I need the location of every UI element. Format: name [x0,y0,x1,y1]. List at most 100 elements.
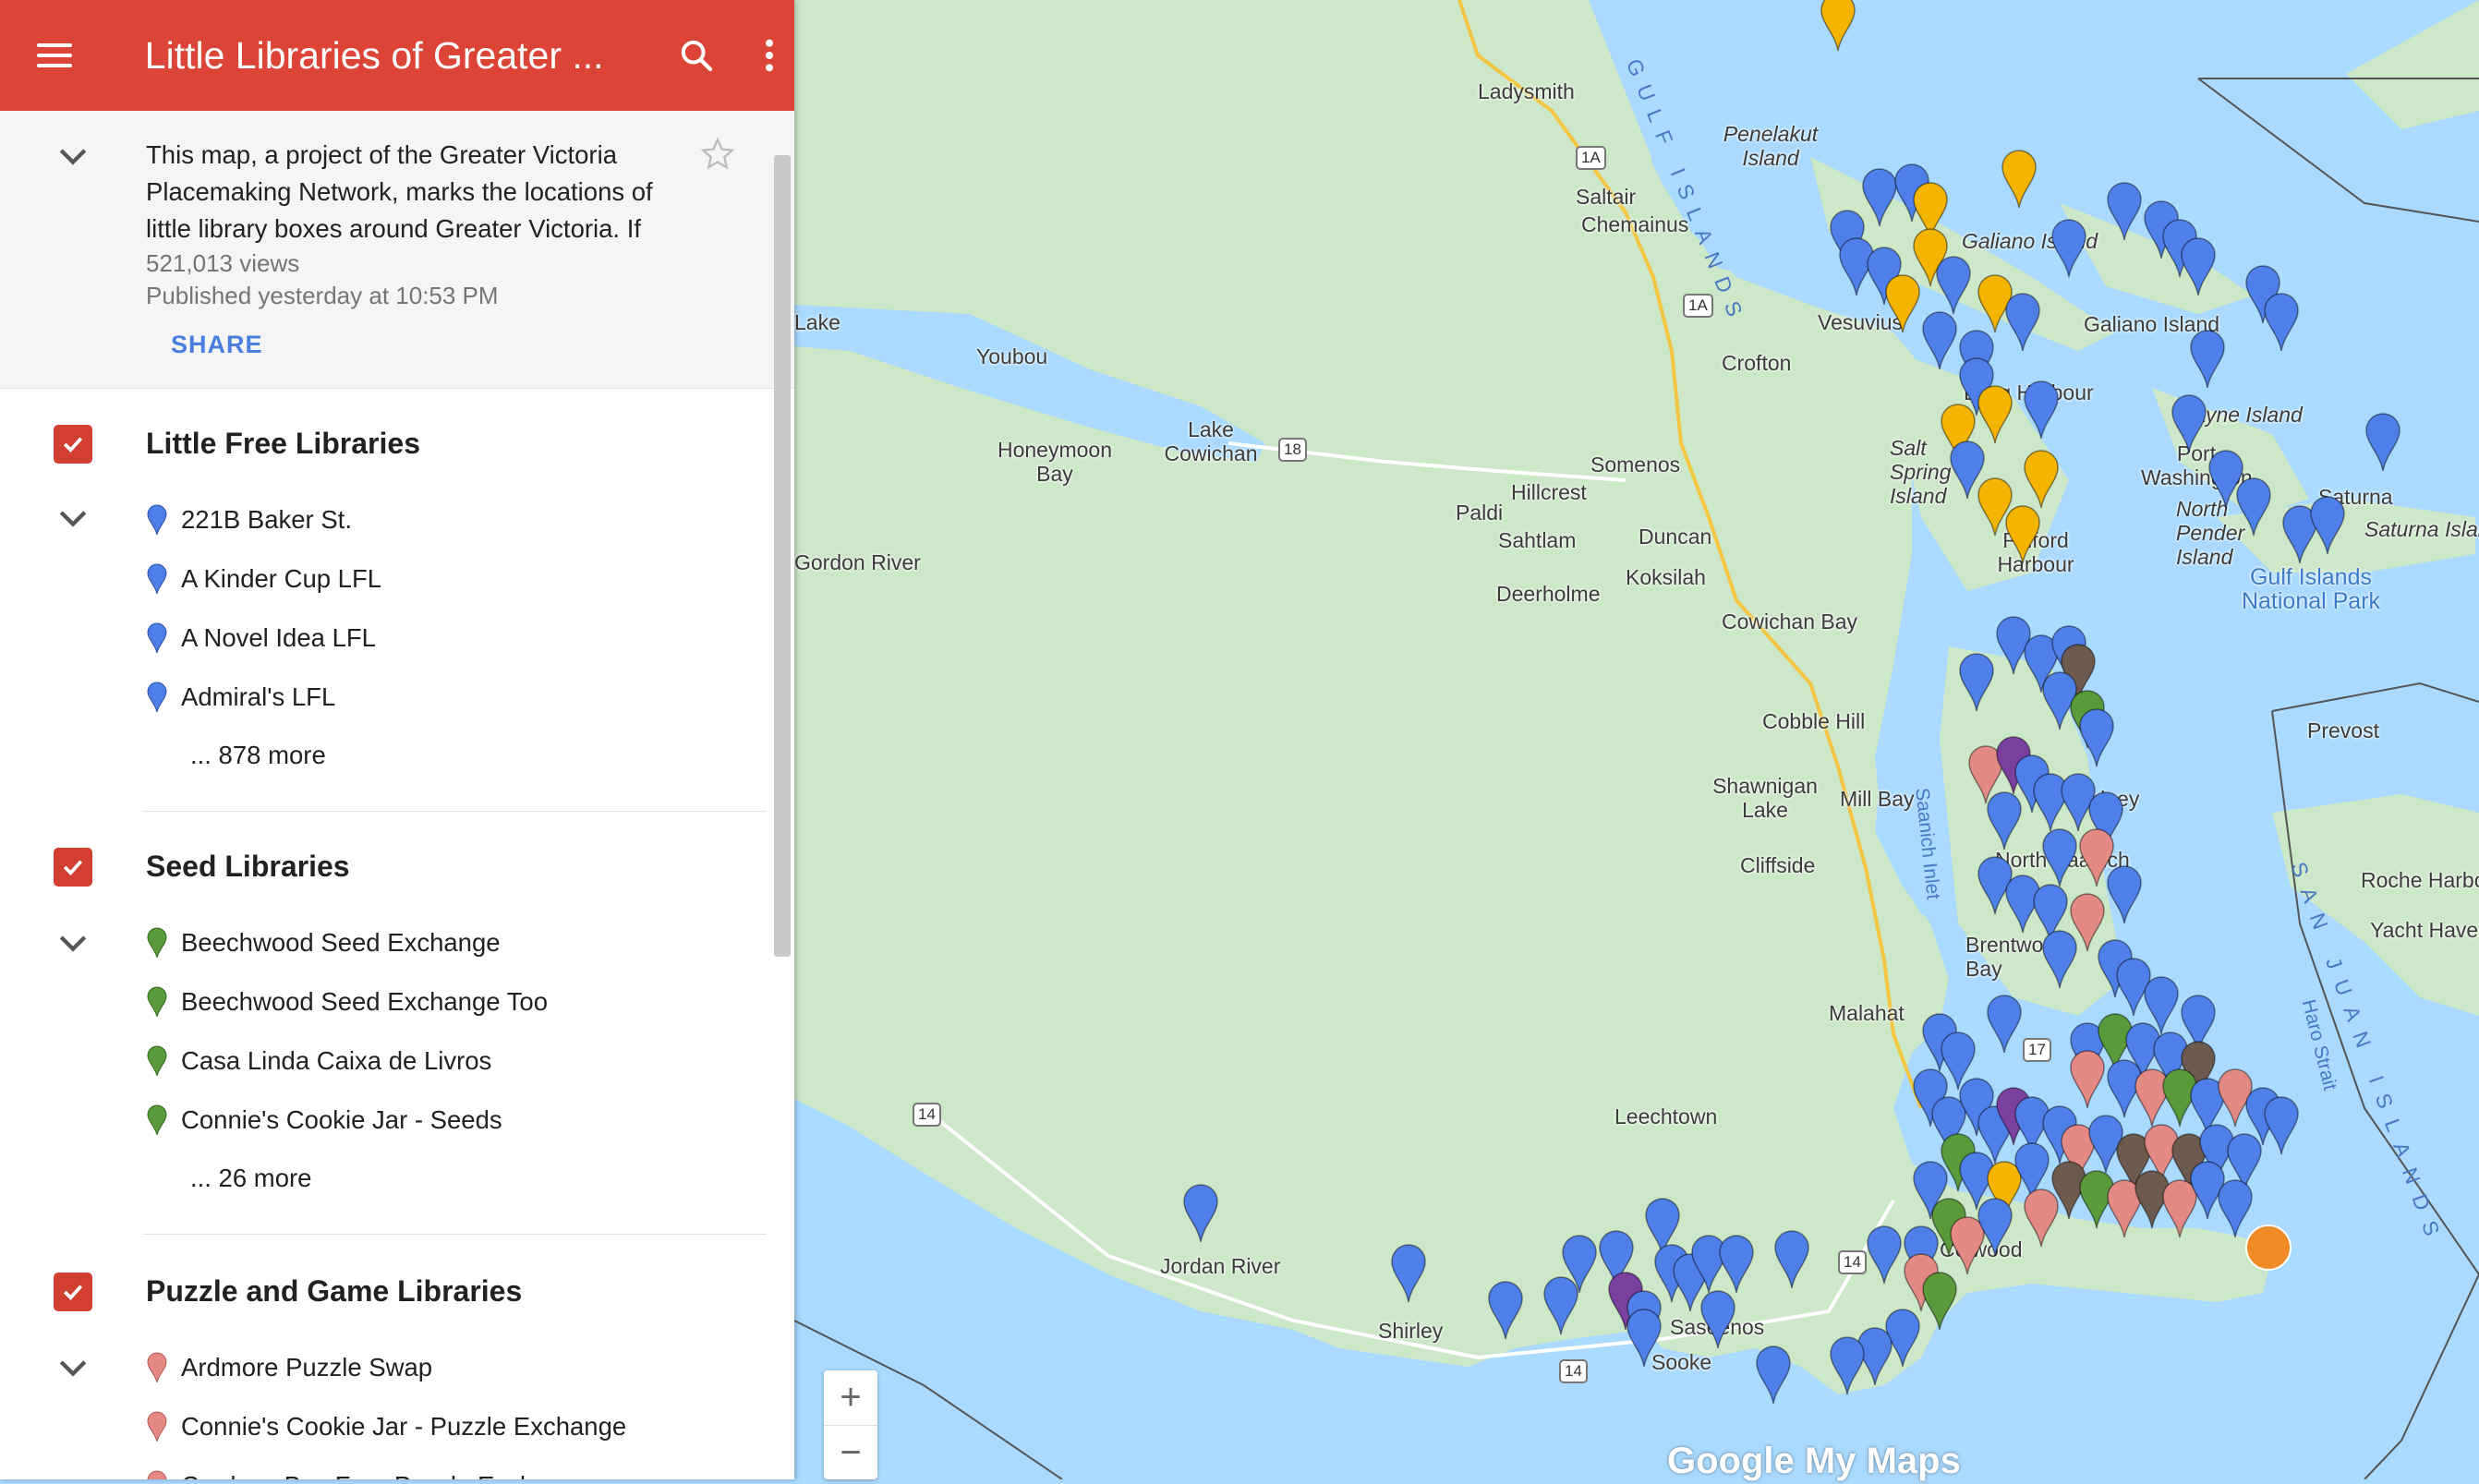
divider [143,811,767,812]
map-marker[interactable] [2070,1050,2105,1109]
map-marker[interactable] [1867,1225,1902,1285]
map-marker[interactable] [2024,1188,2059,1248]
map-marker[interactable] [2162,1179,2197,1238]
map-marker[interactable] [1922,311,1957,370]
share-link[interactable]: SHARE [171,331,263,359]
marker-pin-icon [147,1104,167,1136]
layer-checkbox-seed-libraries[interactable] [54,848,92,887]
list-item-label: Beechwood Seed Exchange Too [181,987,549,1016]
map-marker[interactable] [1830,1336,1865,1395]
map-title: Little Libraries of Greater ... [144,33,604,77]
map-marker[interactable] [1987,995,2022,1054]
map-marker[interactable] [2051,219,2086,278]
map-marker[interactable] [2001,150,2037,209]
map-marker[interactable] [2236,477,2271,537]
published-date: Published yesterday at 10:53 PM [146,282,499,309]
map-marker[interactable] [2005,293,2040,352]
map-marker[interactable] [1922,1272,1957,1331]
zoom-in-button[interactable]: + [824,1370,877,1425]
search-icon[interactable] [671,30,722,81]
layer-checkbox-little-free-libraries[interactable] [54,425,92,464]
list-item-label: Connie's Cookie Jar - Seeds [181,1105,502,1134]
marker-pin-icon [147,1470,167,1479]
layer-name: Puzzle and Game Libraries [146,1274,523,1308]
list-item[interactable]: Beechwood Seed Exchange Too [146,986,548,1018]
menu-icon[interactable] [37,43,86,67]
panel-scrollbar[interactable] [774,155,791,957]
more-items-link[interactable]: ... 878 more [190,741,326,770]
map-marker[interactable] [2024,450,2059,509]
map-marker[interactable] [1977,1198,2013,1257]
list-item[interactable]: Ardmore Puzzle Swap [146,1352,432,1383]
map-marker[interactable] [2181,237,2216,296]
map-marker[interactable] [2264,293,2299,352]
map-marker[interactable] [1959,653,1994,712]
chevron-down-icon[interactable] [57,933,89,959]
map-marker[interactable] [1183,1184,1218,1243]
map-marker[interactable] [2042,828,2077,887]
map-marker[interactable] [1391,1244,1426,1303]
more-vert-icon[interactable] [744,30,794,81]
list-item[interactable]: Cordova Bay Free Puzzle Exchange [146,1470,590,1479]
map-marker[interactable] [2264,1096,2299,1155]
map-marker[interactable] [2365,413,2400,472]
marker-pin-icon [147,622,167,654]
special-marker-icon[interactable] [2245,1225,2292,1271]
list-item[interactable]: Connie's Cookie Jar - Seeds [146,1104,502,1136]
list-item-label: Ardmore Puzzle Swap [181,1353,433,1381]
more-items-link[interactable]: ... 26 more [190,1164,311,1193]
map-marker[interactable] [2079,708,2114,767]
layer-puzzle-game-libraries: Puzzle and Game Libraries Ardmore Puzzle… [0,1236,774,1479]
map-marker[interactable] [1862,168,1897,227]
chevron-down-icon[interactable] [57,1357,89,1384]
list-item[interactable]: Connie's Cookie Jar - Puzzle Exchange [146,1411,626,1442]
list-item[interactable]: A Kinder Cup LFL [146,563,381,595]
map-marker[interactable] [1936,256,1971,315]
map-marker[interactable] [1719,1235,1754,1294]
list-item[interactable]: Casa Linda Caixa de Livros [146,1045,491,1077]
map-marker[interactable] [2005,505,2040,564]
map-marker[interactable] [1950,1216,1985,1275]
list-item[interactable]: 221B Baker St. [146,504,352,536]
map-marker[interactable] [2033,773,2068,832]
marker-pin-icon [147,927,167,959]
map-description: This map, a project of the Greater Victo… [0,111,794,389]
map-marker[interactable] [1543,1276,1578,1335]
star-icon[interactable] [700,137,735,176]
list-item-label: 221B Baker St. [181,505,352,534]
zoom-out-button[interactable]: − [824,1425,877,1480]
layer-name: Seed Libraries [146,850,350,883]
google-my-maps-logo: Google My Maps [1667,1441,1961,1481]
map-marker[interactable] [1987,791,2022,851]
map-marker[interactable] [2042,930,2077,989]
map-marker[interactable] [1626,1309,1662,1368]
map-marker[interactable] [2310,496,2345,555]
map-marker[interactable] [1488,1281,1523,1340]
chevron-down-icon[interactable] [57,146,89,173]
map-marker[interactable] [1700,1290,1735,1349]
map-marker[interactable] [1977,385,2013,444]
map-marker[interactable] [2134,1068,2170,1128]
map-marker[interactable] [2024,380,2059,440]
map-marker[interactable] [2218,1179,2253,1238]
layer-little-free-libraries: Little Free Libraries 221B Baker St. A K… [0,388,774,813]
zoom-controls: + − [824,1370,877,1479]
panel-header: Little Libraries of Greater ... [0,0,794,111]
map-marker[interactable] [2107,865,2142,924]
marker-pin-icon [147,986,167,1018]
list-item-label: Admiral's LFL [181,682,336,711]
list-item[interactable]: A Novel Idea LFL [146,622,376,654]
marker-pin-icon [147,504,167,536]
map-marker[interactable] [2171,394,2207,453]
map-marker[interactable] [1820,0,1856,52]
map-marker[interactable] [1756,1345,1791,1405]
map-marker[interactable] [1774,1230,1809,1289]
map-marker[interactable] [1885,274,1920,333]
layer-checkbox-puzzle-game-libraries[interactable] [54,1273,92,1311]
map-marker[interactable] [2190,330,2225,389]
chevron-down-icon[interactable] [57,508,89,535]
map-marker[interactable] [2107,182,2142,241]
list-item[interactable]: Admiral's LFL [146,682,335,713]
list-item[interactable]: Beechwood Seed Exchange [146,927,501,959]
marker-pin-icon [147,1352,167,1383]
